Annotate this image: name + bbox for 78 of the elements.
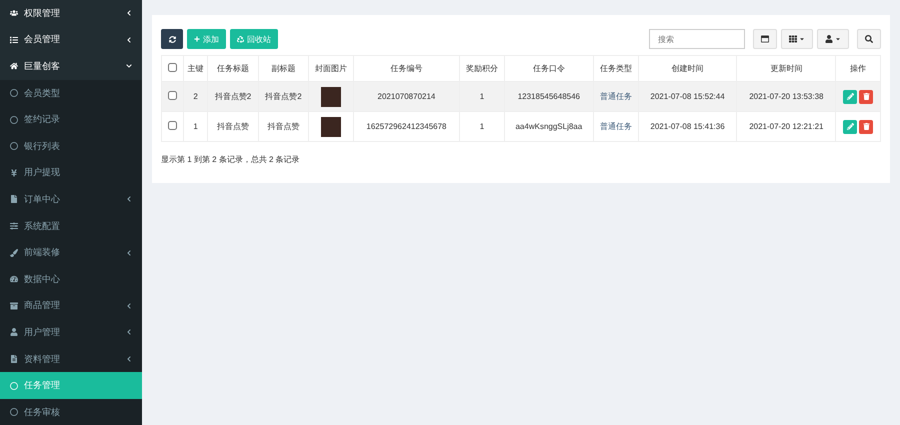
menu-icon — [10, 36, 18, 44]
menu-icon — [10, 9, 18, 18]
chevron-left-icon — [126, 10, 132, 16]
trash-icon — [862, 123, 870, 130]
search-icon — [865, 35, 873, 43]
row-checkbox[interactable] — [168, 91, 177, 100]
row-checkbox[interactable] — [168, 121, 177, 130]
chevron-left-icon — [126, 302, 132, 309]
refresh-icon — [168, 36, 176, 42]
menu-icon — [10, 328, 18, 336]
table-cell: 1 — [460, 112, 504, 142]
table-cell: aa4wKsnggSLj8aa — [504, 112, 594, 142]
pencil-icon — [846, 93, 854, 100]
edit-button[interactable] — [843, 90, 858, 104]
sidebar-item[interactable]: 资料管理 — [0, 346, 142, 372]
table-view-button[interactable] — [753, 29, 777, 49]
photo-placeholder — [320, 116, 341, 136]
menu-icon — [10, 222, 18, 230]
menu-icon — [10, 195, 18, 204]
search-button[interactable] — [857, 29, 881, 49]
table-cell: 抖音点赞 — [208, 112, 258, 142]
table-cell: 抖音点赞 — [258, 112, 309, 142]
sidebar-item[interactable]: 会员管理 — [0, 26, 142, 54]
edit-button[interactable] — [843, 120, 858, 134]
menu-icon — [10, 168, 18, 177]
table-cell: 1 — [184, 112, 208, 142]
user-dropdown-button[interactable] — [817, 29, 849, 49]
menu-icon — [10, 302, 18, 310]
menu-icon — [10, 355, 18, 364]
sidebar-item[interactable]: 前端装修 — [0, 239, 142, 266]
menu-icon — [10, 142, 18, 150]
user-icon — [825, 35, 833, 43]
menu-icon — [10, 89, 18, 98]
window-icon — [761, 35, 769, 43]
pagination-info: 显示第 1 到第 2 条记录，总共 2 条记录 — [161, 154, 301, 165]
table-cell: 普通任务 — [593, 112, 638, 142]
menu-icon — [10, 382, 18, 390]
delete-button[interactable] — [859, 120, 874, 134]
menu-icon — [10, 408, 18, 416]
trash-icon — [862, 93, 870, 100]
sidebar-item[interactable]: 商品管理 — [0, 292, 142, 320]
caret-icon — [835, 36, 841, 42]
sidebar-item[interactable]: 数据中心 — [0, 266, 142, 293]
sidebar-item[interactable]: 订单中心 — [0, 186, 142, 213]
menu-icon — [10, 116, 18, 124]
table-cell: 162572962412345678 — [353, 112, 460, 142]
caret-icon — [799, 36, 805, 42]
sidebar-item[interactable]: 用户管理 — [0, 319, 142, 346]
chevron-left-icon — [126, 196, 132, 202]
refresh-button[interactable] — [161, 29, 183, 49]
plus-icon — [194, 36, 200, 42]
sidebar-item[interactable]: 用户提现 — [0, 160, 142, 186]
sidebar-item[interactable]: 会员类型 — [0, 80, 142, 106]
sidebar-item[interactable]: 系统配置 — [0, 212, 142, 240]
chevron-left-icon — [126, 356, 132, 362]
recycle-icon — [237, 36, 244, 42]
sidebar-item[interactable]: 巨量创客 — [0, 53, 142, 80]
menu-icon — [10, 62, 18, 70]
table-cell: 2021-07-20 12:21:21 — [736, 112, 836, 142]
chevron-left-icon — [126, 329, 132, 336]
sidebar-item[interactable]: 任务审核 — [0, 398, 142, 425]
sidebar-item[interactable]: 签约记录 — [0, 106, 142, 133]
search-field[interactable]: 搜索 — [649, 29, 745, 49]
grid-icon — [789, 35, 797, 43]
grid-dropdown-button[interactable] — [781, 29, 813, 49]
menu-icon — [10, 275, 18, 284]
pencil-icon — [846, 123, 854, 130]
photo-placeholder — [320, 86, 341, 106]
chevron-down-icon — [126, 63, 132, 70]
chevron-left-icon — [126, 36, 132, 43]
sidebar-item[interactable]: 银行列表 — [0, 132, 142, 160]
sidebar-item[interactable]: 权限管理 — [0, 0, 142, 27]
table-cell: 2021-07-08 15:41:36 — [638, 112, 737, 142]
chevron-left-icon — [126, 250, 132, 256]
menu-icon — [10, 248, 18, 257]
select-all-checkbox[interactable] — [168, 63, 177, 72]
delete-button[interactable] — [859, 90, 874, 104]
column-header: 任务编号 — [353, 56, 460, 82]
